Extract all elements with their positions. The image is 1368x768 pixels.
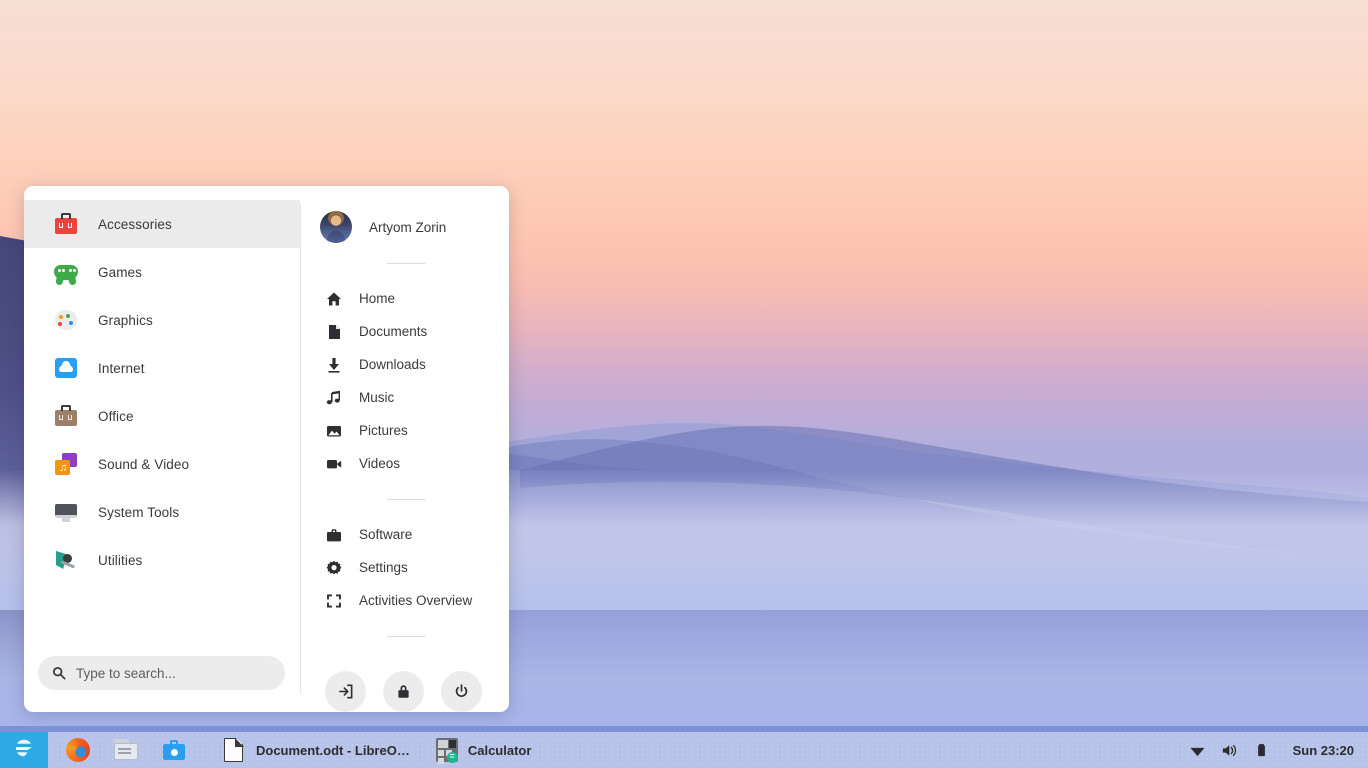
system-label: Software — [359, 527, 412, 542]
category-label: Graphics — [98, 313, 153, 328]
log-out-button[interactable] — [325, 671, 366, 712]
action-buttons — [320, 671, 491, 712]
window-button-calculator[interactable]: Calculator — [428, 735, 540, 765]
search-input[interactable]: Type to search... — [38, 656, 285, 690]
utilities-icon — [53, 547, 79, 573]
taskbar[interactable]: Document.odt - LibreO… Calculator Sun 23… — [0, 726, 1368, 768]
system-label: Activities Overview — [359, 593, 472, 608]
window-button-document[interactable]: Document.odt - LibreO… — [214, 734, 418, 766]
system-label: Settings — [359, 560, 408, 575]
sidebar-item-utilities[interactable]: Utilities — [24, 536, 300, 584]
gear-icon — [325, 559, 342, 576]
place-item-pictures[interactable]: Pictures — [320, 414, 491, 447]
system-item-activities-overview[interactable]: Activities Overview — [320, 584, 491, 617]
category-list: Accessories Games Graphics — [24, 200, 300, 584]
launcher-firefox[interactable] — [54, 732, 102, 768]
clock[interactable]: Sun 23:20 — [1293, 743, 1354, 758]
place-label: Home — [359, 291, 395, 306]
palette-icon — [53, 307, 79, 333]
category-label: Utilities — [98, 553, 142, 568]
place-label: Downloads — [359, 357, 426, 372]
document-icon — [325, 323, 342, 340]
separator-2 — [387, 499, 425, 500]
category-label: Internet — [98, 361, 145, 376]
firefox-icon — [66, 738, 90, 762]
place-label: Videos — [359, 456, 400, 471]
gamepad-icon — [53, 259, 79, 285]
search-icon — [52, 666, 66, 680]
user-row[interactable]: Artyom Zorin — [320, 210, 491, 244]
place-item-music[interactable]: Music — [320, 381, 491, 414]
power-button[interactable] — [441, 671, 482, 712]
place-item-home[interactable]: Home — [320, 282, 491, 315]
category-label: Games — [98, 265, 142, 280]
menu-places-panel: Artyom Zorin Home Documents — [300, 186, 509, 712]
sidebar-item-sound-and-video[interactable]: ♫ Sound & Video — [24, 440, 300, 488]
launcher-area — [54, 732, 198, 768]
cloud-blue-icon — [53, 355, 79, 381]
separator-1 — [387, 263, 425, 264]
lock-button[interactable] — [383, 671, 424, 712]
launcher-files[interactable] — [102, 732, 150, 768]
places-list: Home Documents Downloads — [320, 282, 491, 480]
separator-3 — [387, 636, 425, 637]
place-label: Pictures — [359, 423, 408, 438]
menu-category-panel: Accessories Games Graphics — [24, 186, 300, 712]
system-item-software[interactable]: Software — [320, 518, 491, 551]
place-item-videos[interactable]: Videos — [320, 447, 491, 480]
toolbox-red-icon — [53, 211, 79, 237]
window-list: Document.odt - LibreO… Calculator — [214, 734, 539, 766]
speaker-icon[interactable] — [1221, 741, 1239, 759]
home-icon — [325, 290, 342, 307]
window-title: Document.odt - LibreO… — [256, 743, 410, 758]
system-tray: Sun 23:20 — [1189, 741, 1368, 759]
category-label: Accessories — [98, 217, 172, 232]
picture-icon — [325, 422, 342, 439]
calculator-icon — [436, 738, 458, 762]
system-item-settings[interactable]: Settings — [320, 551, 491, 584]
activities-corners-icon — [325, 592, 342, 609]
search-placeholder: Type to search... — [76, 666, 176, 681]
user-name: Artyom Zorin — [369, 220, 446, 235]
place-label: Music — [359, 390, 394, 405]
place-item-documents[interactable]: Documents — [320, 315, 491, 348]
application-menu[interactable]: Accessories Games Graphics — [24, 186, 509, 712]
sidebar-item-accessories[interactable]: Accessories — [24, 200, 300, 248]
place-item-downloads[interactable]: Downloads — [320, 348, 491, 381]
software-store-icon — [163, 740, 185, 760]
launcher-software[interactable] — [150, 732, 198, 768]
search-area: Type to search... — [24, 656, 300, 712]
music-note-icon: ♫ — [53, 451, 79, 477]
monitor-icon — [53, 499, 79, 525]
battery-icon[interactable] — [1253, 741, 1271, 759]
download-icon — [325, 356, 342, 373]
place-label: Documents — [359, 324, 427, 339]
sidebar-item-games[interactable]: Games — [24, 248, 300, 296]
start-button[interactable] — [0, 732, 48, 768]
software-bag-icon — [325, 526, 342, 543]
avatar — [320, 211, 352, 243]
window-title: Calculator — [468, 743, 532, 758]
music-icon — [325, 389, 342, 406]
briefcase-icon — [53, 403, 79, 429]
category-label: System Tools — [98, 505, 179, 520]
sidebar-item-internet[interactable]: Internet — [24, 344, 300, 392]
category-label: Office — [98, 409, 134, 424]
wifi-icon[interactable] — [1189, 741, 1207, 759]
libreoffice-writer-icon — [222, 737, 246, 763]
sidebar-item-office[interactable]: Office — [24, 392, 300, 440]
zorin-logo-icon — [13, 737, 35, 764]
sidebar-item-system-tools[interactable]: System Tools — [24, 488, 300, 536]
category-label: Sound & Video — [98, 457, 189, 472]
system-list: Software Settings Activities Ov — [320, 518, 491, 617]
files-icon — [114, 739, 138, 761]
sidebar-item-graphics[interactable]: Graphics — [24, 296, 300, 344]
video-camera-icon — [325, 455, 342, 472]
desktop[interactable]: Accessories Games Graphics — [0, 0, 1368, 768]
